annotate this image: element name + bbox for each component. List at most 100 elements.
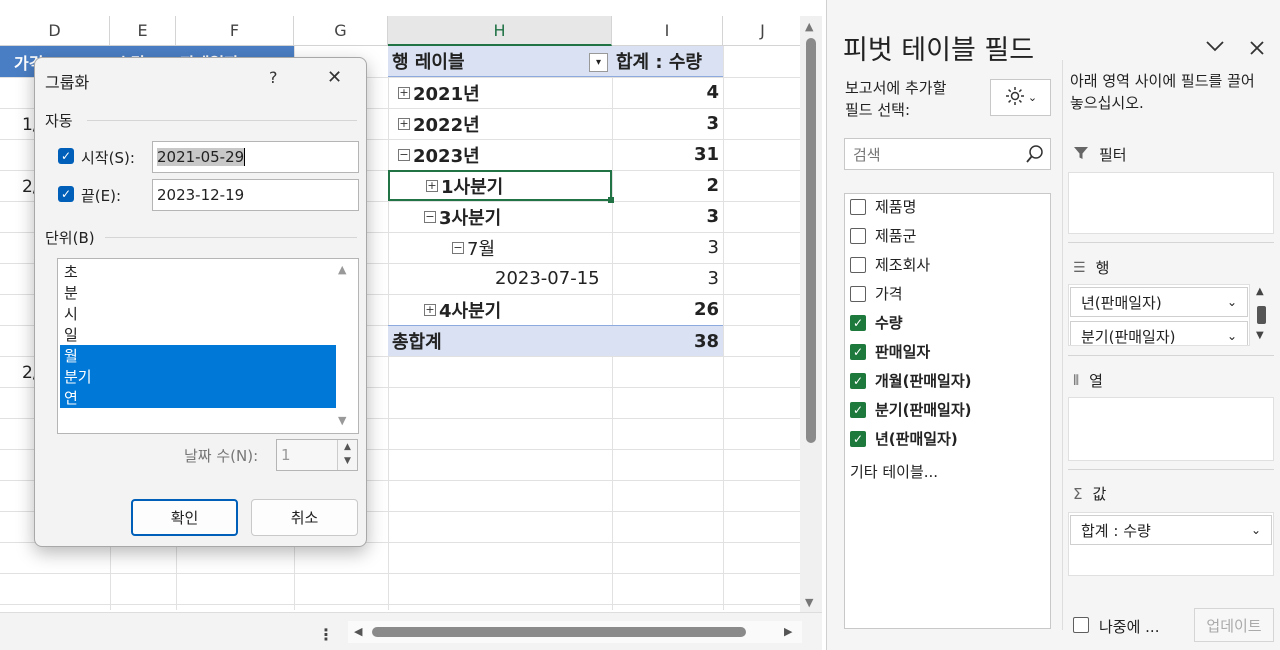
field-checkbox-checked[interactable]: ✓ (850, 372, 866, 389)
days-value: 1 (281, 446, 291, 464)
field-item[interactable]: ✓ 판매일자 (850, 337, 930, 366)
row-field-pill[interactable]: 년(판매일자) ⌄ (1070, 287, 1248, 317)
unit-option[interactable]: 초 (60, 261, 336, 282)
pivot-grand-total-row[interactable]: 총합계 38 (388, 325, 723, 356)
unit-option-selected[interactable]: 연 (60, 387, 336, 408)
column-header-g[interactable]: G (294, 16, 388, 46)
field-checkbox[interactable] (850, 256, 866, 273)
column-header-d[interactable]: D (0, 16, 110, 46)
end-date-input[interactable]: 2023-12-19 (152, 179, 359, 211)
field-item[interactable]: 제품군 (850, 221, 916, 250)
field-checkbox[interactable] (850, 198, 866, 215)
field-item[interactable]: ✓ 수량 (850, 308, 903, 337)
pivot-row[interactable]: −2023년 31 (388, 139, 723, 170)
chevron-down-icon[interactable] (1204, 38, 1226, 58)
columns-drop-zone[interactable] (1068, 397, 1274, 461)
pivot-row-labels-header[interactable]: 행 레이블 (388, 46, 612, 76)
horizontal-scrollbar[interactable]: ◀ ▶ (348, 621, 802, 643)
pivot-row[interactable]: +1사분기 2 (388, 170, 723, 203)
start-date-input[interactable]: 2021-05-29 (152, 141, 359, 173)
spin-up-icon[interactable]: ▲ (338, 440, 357, 454)
column-header-e[interactable]: E (110, 16, 176, 46)
active-cell[interactable]: +1사분기 (388, 170, 612, 201)
list-scroll-up-icon[interactable]: ▲ (338, 263, 346, 276)
collapse-icon[interactable]: − (452, 241, 464, 254)
split-handle-icon[interactable]: ⋮ (318, 625, 334, 644)
horizontal-scroll-thumb[interactable] (372, 627, 746, 637)
pivot-row[interactable]: +2021년 4 (388, 77, 723, 108)
expand-icon[interactable]: + (426, 179, 438, 192)
values-drop-zone[interactable]: 합계 : 수량 ⌄ (1068, 512, 1274, 576)
pivot-row[interactable]: +4사분기 26 (388, 294, 723, 325)
rows-drop-zone[interactable]: 년(판매일자) ⌄ 분기(판매일자) ⌄ (1068, 284, 1250, 346)
list-scroll-down-icon[interactable]: ▼ (338, 414, 346, 427)
end-auto-checkbox[interactable]: ✓ (58, 186, 74, 202)
unit-option-selected[interactable]: 분기 (60, 366, 336, 387)
rows-scrollbar[interactable]: ▲ ▼ (1254, 284, 1270, 346)
filters-drop-zone[interactable] (1068, 172, 1274, 234)
start-auto-checkbox[interactable]: ✓ (58, 148, 74, 164)
field-item[interactable]: ✓ 개월(판매일자) (850, 366, 972, 395)
pivot-row[interactable]: −7월 3 (388, 232, 723, 263)
field-checkbox-checked[interactable]: ✓ (850, 430, 866, 447)
column-header-j[interactable]: J (723, 16, 803, 46)
spin-down-icon[interactable]: ▼ (338, 454, 357, 468)
gear-icon (1004, 85, 1026, 111)
collapse-icon[interactable]: − (424, 210, 436, 223)
field-item[interactable]: 가격 (850, 279, 903, 308)
rows-scroll-thumb[interactable] (1257, 306, 1266, 324)
chevron-down-icon[interactable]: ⌄ (1251, 523, 1261, 537)
field-checkbox[interactable] (850, 285, 866, 302)
collapse-icon[interactable]: − (398, 148, 410, 161)
tools-button[interactable]: ⌄ (990, 79, 1051, 116)
scroll-down-icon[interactable]: ▼ (805, 596, 813, 609)
dialog-title-bar[interactable]: 그룹화 ? ✕ (35, 58, 366, 102)
field-checkbox[interactable] (850, 227, 866, 244)
unit-listbox[interactable]: 초 분 시 일 월 분기 연 ▲ ▼ (57, 258, 359, 434)
scroll-left-icon[interactable]: ◀ (354, 625, 362, 638)
field-checkbox-checked[interactable]: ✓ (850, 401, 866, 418)
days-spinner[interactable]: ▲ ▼ (337, 440, 357, 470)
vertical-scrollbar[interactable]: ▲ ▼ (800, 16, 822, 612)
column-header-i[interactable]: I (612, 16, 723, 46)
field-item[interactable]: 제품명 (850, 192, 916, 221)
update-button[interactable]: 업데이트 (1194, 608, 1274, 642)
field-item[interactable]: ✓ 분기(판매일자) (850, 395, 972, 424)
row-field-pill[interactable]: 분기(판매일자) ⌄ (1070, 321, 1248, 345)
field-checkbox-checked[interactable]: ✓ (850, 343, 866, 360)
field-checkbox-checked[interactable]: ✓ (850, 314, 866, 331)
pivot-row-label: 2021년 (413, 83, 480, 105)
field-search-input[interactable]: 검색 (844, 138, 1051, 170)
scroll-right-icon[interactable]: ▶ (784, 625, 792, 638)
scroll-down-icon[interactable]: ▼ (1256, 330, 1264, 341)
column-header-h[interactable]: H (388, 16, 612, 46)
unit-option[interactable]: 일 (60, 324, 336, 345)
pivot-row[interactable]: −3사분기 3 (388, 201, 723, 232)
expand-icon[interactable]: + (398, 117, 410, 130)
unit-option-selected[interactable]: 월 (60, 345, 336, 366)
field-item[interactable]: ✓ 년(판매일자) (850, 424, 958, 453)
field-item[interactable]: 제조회사 (850, 250, 930, 279)
value-field-pill[interactable]: 합계 : 수량 ⌄ (1070, 515, 1272, 545)
more-tables-link[interactable]: 기타 테이블... (850, 457, 938, 486)
cancel-button[interactable]: 취소 (251, 499, 358, 536)
close-icon[interactable] (1249, 40, 1265, 61)
expand-icon[interactable]: + (398, 86, 410, 99)
close-icon[interactable]: ✕ (327, 67, 342, 88)
unit-option[interactable]: 시 (60, 303, 336, 324)
pivot-row[interactable]: +2022년 3 (388, 108, 723, 139)
expand-icon[interactable]: + (424, 303, 436, 316)
column-header-f[interactable]: F (176, 16, 294, 46)
scroll-up-icon[interactable]: ▲ (805, 20, 813, 33)
pivot-row[interactable]: 2023-07-15 3 (388, 263, 723, 294)
help-icon[interactable]: ? (269, 68, 278, 87)
chevron-down-icon[interactable]: ⌄ (1227, 329, 1237, 343)
pivot-values-header[interactable]: 합계 : 수량 (612, 46, 719, 76)
vertical-scroll-thumb[interactable] (806, 38, 816, 443)
unit-option[interactable]: 분 (60, 282, 336, 303)
ok-button[interactable]: 확인 (131, 499, 238, 536)
scroll-up-icon[interactable]: ▲ (1256, 286, 1264, 297)
defer-update-checkbox[interactable] (1073, 617, 1089, 633)
chevron-down-icon[interactable]: ⌄ (1227, 295, 1237, 309)
filter-dropdown-icon[interactable]: ▾ (589, 53, 608, 72)
